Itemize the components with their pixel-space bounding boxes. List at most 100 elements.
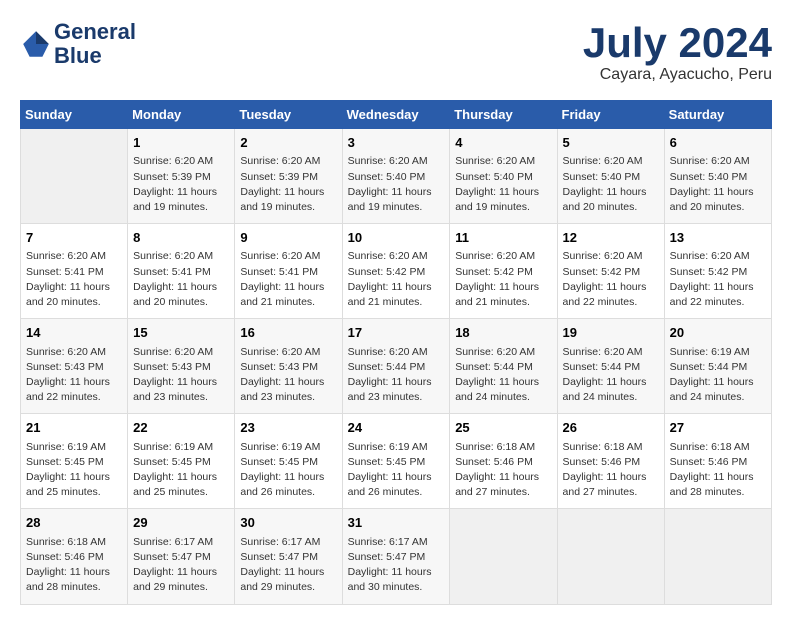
calendar-cell: 23 Sunrise: 6:19 AMSunset: 5:45 PMDayligh… [235, 414, 342, 509]
calendar-cell [557, 509, 664, 604]
logo-line2: Blue [54, 43, 102, 68]
day-info: Sunrise: 6:18 AMSunset: 5:46 PMDaylight:… [563, 440, 659, 501]
calendar-cell: 5 Sunrise: 6:20 AMSunset: 5:40 PMDaylight… [557, 129, 664, 224]
day-number: 8 [133, 229, 229, 247]
calendar-cell: 7Sunrise: 6:20 AMSunset: 5:41 PMDaylight… [21, 224, 128, 319]
calendar-week-row: 28 Sunrise: 6:18 AMSunset: 5:46 PMDayligh… [21, 509, 772, 604]
day-number: 10 [348, 229, 445, 247]
calendar-cell: 16Sunrise: 6:20 AMSunset: 5:43 PMDayligh… [235, 319, 342, 414]
day-number: 27 [670, 419, 766, 437]
day-info: Sunrise: 6:19 AMSunset: 5:45 PMDaylight:… [26, 440, 122, 501]
calendar-cell: 26Sunrise: 6:18 AMSunset: 5:46 PMDayligh… [557, 414, 664, 509]
col-thursday: Thursday [450, 101, 557, 129]
day-number: 1 [133, 134, 229, 152]
logo-line1: General [54, 19, 136, 44]
col-saturday: Saturday [664, 101, 771, 129]
day-number: 14 [26, 324, 122, 342]
day-info: Sunrise: 6:20 AMSunset: 5:43 PMDaylight:… [240, 345, 336, 406]
day-info: Sunrise: 6:18 AMSunset: 5:46 PMDaylight:… [670, 440, 766, 501]
calendar-cell: 24Sunrise: 6:19 AMSunset: 5:45 PMDayligh… [342, 414, 450, 509]
day-number: 13 [670, 229, 766, 247]
calendar-cell: 21 Sunrise: 6:19 AMSunset: 5:45 PMDayligh… [21, 414, 128, 509]
day-number: 30 [240, 514, 336, 532]
month-title: July 2024 [583, 20, 772, 66]
calendar-week-row: 21 Sunrise: 6:19 AMSunset: 5:45 PMDayligh… [21, 414, 772, 509]
day-number: 9 [240, 229, 336, 247]
day-number: 31 [348, 514, 445, 532]
calendar-cell: 4Sunrise: 6:20 AMSunset: 5:40 PMDaylight… [450, 129, 557, 224]
calendar-cell: 3Sunrise: 6:20 AMSunset: 5:40 PMDaylight… [342, 129, 450, 224]
day-number: 21 [26, 419, 122, 437]
logo: General Blue [20, 20, 136, 68]
calendar-cell: 9 Sunrise: 6:20 AMSunset: 5:41 PMDaylight… [235, 224, 342, 319]
day-number: 20 [670, 324, 766, 342]
calendar-table: Sunday Monday Tuesday Wednesday Thursday… [20, 100, 772, 604]
day-info: Sunrise: 6:20 AMSunset: 5:40 PMDaylight:… [348, 154, 445, 215]
calendar-cell [450, 509, 557, 604]
logo-text: General Blue [54, 20, 136, 68]
day-number: 5 [563, 134, 659, 152]
day-info: Sunrise: 6:20 AMSunset: 5:44 PMDaylight:… [563, 345, 659, 406]
day-info: Sunrise: 6:18 AMSunset: 5:46 PMDaylight:… [26, 535, 122, 596]
day-info: Sunrise: 6:20 AMSunset: 5:40 PMDaylight:… [455, 154, 551, 215]
calendar-cell: 8 Sunrise: 6:20 AMSunset: 5:41 PMDaylight… [128, 224, 235, 319]
day-number: 17 [348, 324, 445, 342]
day-number: 29 [133, 514, 229, 532]
day-info: Sunrise: 6:19 AMSunset: 5:44 PMDaylight:… [670, 345, 766, 406]
col-sunday: Sunday [21, 101, 128, 129]
col-monday: Monday [128, 101, 235, 129]
calendar-cell: 27 Sunrise: 6:18 AMSunset: 5:46 PMDayligh… [664, 414, 771, 509]
calendar-week-row: 7 Sunrise: 6:20 AMSunset: 5:41 PMDaylight… [21, 224, 772, 319]
calendar-cell: 20 Sunrise: 6:19 AMSunset: 5:44 PMDayligh… [664, 319, 771, 414]
calendar-cell: 29Sunrise: 6:17 AMSunset: 5:47 PMDayligh… [128, 509, 235, 604]
day-info: Sunrise: 6:20 AMSunset: 5:39 PMDaylight:… [133, 154, 229, 215]
day-number: 22 [133, 419, 229, 437]
calendar-week-row: 1 Sunrise: 6:20 AMSunset: 5:39 PMDaylight… [21, 129, 772, 224]
day-info: Sunrise: 6:20 AMSunset: 5:44 PMDaylight:… [348, 345, 445, 406]
day-number: 6 [670, 134, 766, 152]
day-info: Sunrise: 6:17 AMSunset: 5:47 PMDaylight:… [348, 535, 445, 596]
calendar-cell: 14 Sunrise: 6:20 AMSunset: 5:43 PMDayligh… [21, 319, 128, 414]
calendar-cell [21, 129, 128, 224]
calendar-cell: 22 Sunrise: 6:19 AMSunset: 5:45 PMDayligh… [128, 414, 235, 509]
calendar-cell: 15 Sunrise: 6:20 AMSunset: 5:43 PMDayligh… [128, 319, 235, 414]
day-info: Sunrise: 6:18 AMSunset: 5:46 PMDaylight:… [455, 440, 551, 501]
day-info: Sunrise: 6:20 AMSunset: 5:40 PMDaylight:… [563, 154, 659, 215]
calendar-cell: 17 Sunrise: 6:20 AMSunset: 5:44 PMDayligh… [342, 319, 450, 414]
col-tuesday: Tuesday [235, 101, 342, 129]
day-info: Sunrise: 6:20 AMSunset: 5:44 PMDaylight:… [455, 345, 551, 406]
day-info: Sunrise: 6:20 AMSunset: 5:41 PMDaylight:… [133, 249, 229, 310]
calendar-cell: 25 Sunrise: 6:18 AMSunset: 5:46 PMDayligh… [450, 414, 557, 509]
day-info: Sunrise: 6:20 AMSunset: 5:39 PMDaylight:… [240, 154, 336, 215]
col-wednesday: Wednesday [342, 101, 450, 129]
calendar-week-row: 14 Sunrise: 6:20 AMSunset: 5:43 PMDayligh… [21, 319, 772, 414]
logo-icon [20, 28, 52, 60]
day-info: Sunrise: 6:20 AMSunset: 5:43 PMDaylight:… [133, 345, 229, 406]
calendar-cell: 12Sunrise: 6:20 AMSunset: 5:42 PMDayligh… [557, 224, 664, 319]
day-number: 15 [133, 324, 229, 342]
day-info: Sunrise: 6:19 AMSunset: 5:45 PMDaylight:… [240, 440, 336, 501]
calendar-cell: 13 Sunrise: 6:20 AMSunset: 5:42 PMDayligh… [664, 224, 771, 319]
calendar-cell: 6 Sunrise: 6:20 AMSunset: 5:40 PMDaylight… [664, 129, 771, 224]
day-number: 28 [26, 514, 122, 532]
calendar-cell: 18 Sunrise: 6:20 AMSunset: 5:44 PMDayligh… [450, 319, 557, 414]
day-number: 23 [240, 419, 336, 437]
day-info: Sunrise: 6:20 AMSunset: 5:40 PMDaylight:… [670, 154, 766, 215]
calendar-cell: 30 Sunrise: 6:17 AMSunset: 5:47 PMDayligh… [235, 509, 342, 604]
day-number: 11 [455, 229, 551, 247]
calendar-cell: 31 Sunrise: 6:17 AMSunset: 5:47 PMDayligh… [342, 509, 450, 604]
calendar-cell: 28 Sunrise: 6:18 AMSunset: 5:46 PMDayligh… [21, 509, 128, 604]
day-number: 18 [455, 324, 551, 342]
calendar-cell: 19Sunrise: 6:20 AMSunset: 5:44 PMDayligh… [557, 319, 664, 414]
day-number: 7 [26, 229, 122, 247]
col-friday: Friday [557, 101, 664, 129]
day-info: Sunrise: 6:19 AMSunset: 5:45 PMDaylight:… [133, 440, 229, 501]
page-header: General Blue July 2024 Cayara, Ayacucho,… [20, 20, 772, 84]
calendar-cell: 2Sunrise: 6:20 AMSunset: 5:39 PMDaylight… [235, 129, 342, 224]
day-info: Sunrise: 6:20 AMSunset: 5:43 PMDaylight:… [26, 345, 122, 406]
day-number: 25 [455, 419, 551, 437]
day-info: Sunrise: 6:20 AMSunset: 5:42 PMDaylight:… [670, 249, 766, 310]
day-info: Sunrise: 6:20 AMSunset: 5:42 PMDaylight:… [563, 249, 659, 310]
day-info: Sunrise: 6:20 AMSunset: 5:41 PMDaylight:… [240, 249, 336, 310]
day-info: Sunrise: 6:17 AMSunset: 5:47 PMDaylight:… [240, 535, 336, 596]
